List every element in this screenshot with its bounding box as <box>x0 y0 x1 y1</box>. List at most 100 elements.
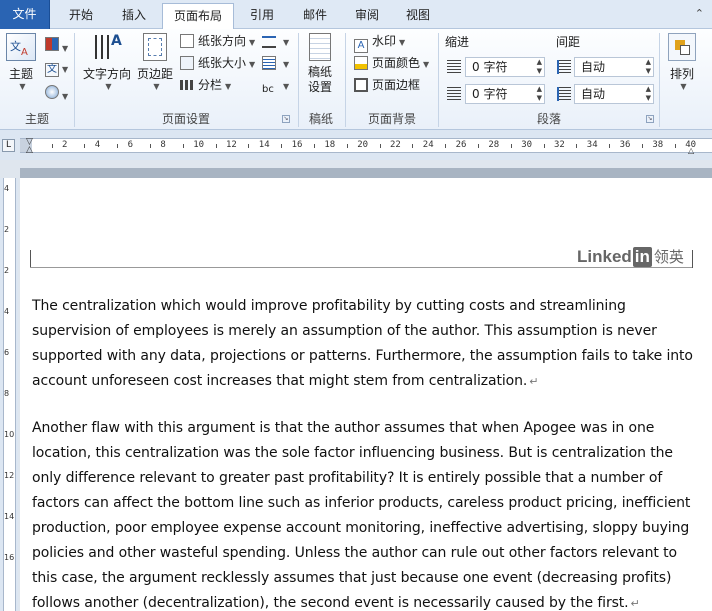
hyphenation-icon: bc <box>262 84 274 95</box>
indent-label: 缩进 <box>445 35 470 49</box>
paint-bucket-icon <box>354 56 368 70</box>
margins-icon <box>143 33 167 61</box>
ruler-tick <box>674 144 676 148</box>
ruler-number: 38 <box>652 140 664 150</box>
ruler-tick <box>576 144 578 148</box>
breaks-icon <box>262 36 276 48</box>
page-top-shadow <box>20 168 712 178</box>
spinner-arrows-icon[interactable]: ▲ ▼ <box>537 58 542 76</box>
header-boundary-line <box>30 267 692 268</box>
arrange-button[interactable]: 排列 ▼ <box>664 33 700 91</box>
right-indent-marker-icon[interactable]: △ <box>688 146 694 155</box>
tab-file[interactable]: 文件 <box>0 0 50 29</box>
tab-stop-selector-icon[interactable]: L <box>2 139 15 152</box>
page-color-label: 页面颜色 <box>372 56 421 70</box>
theme-fonts-button[interactable]: 文 ▼ <box>45 61 68 77</box>
tab-page-layout[interactable]: 页面布局 <box>162 3 234 30</box>
tab-insert[interactable]: 插入 <box>108 3 160 29</box>
ruler-tick <box>543 144 545 148</box>
line-numbers-icon <box>262 56 276 70</box>
arrange-icon <box>668 33 696 61</box>
themes-icon: 文 A <box>6 33 36 61</box>
ruler-number: 16 <box>291 140 303 150</box>
text-direction-button[interactable]: A 文字方向 ▼ <box>80 33 134 91</box>
vertical-ruler-number: 14 <box>4 512 15 521</box>
themes-button-label: 主题 <box>8 67 33 81</box>
vertical-ruler[interactable]: 4 2 2 4 6 8 10 12 14 16 <box>0 178 18 611</box>
hyphenation-button[interactable]: bc ▼ <box>262 75 289 95</box>
tab-home[interactable]: 开始 <box>55 3 107 29</box>
paragraph-1-text: The centralization which would improve p… <box>32 298 693 389</box>
paragraph-1[interactable]: The centralization which would improve p… <box>32 294 702 394</box>
indent-right-input[interactable]: 0 字符 ▲ ▼ <box>465 84 545 104</box>
ruler-number: 20 <box>357 140 369 150</box>
horizontal-ruler[interactable]: L 2 4 6 8 10 12 14 16 18 20 22 24 26 28 30 32 34 36 38 40 ▽… <box>0 130 712 160</box>
spacing-before-input[interactable]: 自动 ▲ ▼ <box>574 57 654 77</box>
vertical-ruler-number: 6 <box>4 348 10 357</box>
paragraph-mark-icon: ↵ <box>630 597 640 610</box>
vertical-ruler-number: 4 <box>4 307 10 316</box>
indent-marker-icon[interactable]: ▽ △ <box>26 138 33 155</box>
page-setup-group-label: 页面设置 <box>161 112 210 126</box>
indent-left-input[interactable]: 0 字符 ▲ ▼ <box>465 57 545 77</box>
draft-settings-button[interactable]: 稿纸 设置 <box>302 33 338 95</box>
theme-effects-button[interactable]: ▼ <box>45 85 68 102</box>
ruler-number: 36 <box>619 140 631 150</box>
size-button[interactable]: 纸张大小 ▼ <box>180 53 255 73</box>
indent-left-icon <box>447 60 461 74</box>
vertical-ruler-number: 10 <box>4 430 15 439</box>
theme-colors-button[interactable]: ▼ <box>45 37 68 54</box>
page-background-group-label: 页面背景 <box>367 112 416 126</box>
paragraph-2-text: Another flaw with this argument is that … <box>32 420 691 611</box>
text-direction-icon: A <box>92 33 122 61</box>
ruler-tick <box>51 144 53 148</box>
columns-icon <box>180 80 194 90</box>
tab-review[interactable]: 审阅 <box>341 3 393 29</box>
text-direction-label: 文字方向 <box>82 67 131 81</box>
orientation-button[interactable]: 纸张方向 ▼ <box>180 31 255 51</box>
line-numbers-button[interactable]: ▼ <box>262 53 289 73</box>
paragraph-group-label: 段落 <box>536 112 561 126</box>
crop-mark <box>30 250 31 268</box>
tab-mailings[interactable]: 邮件 <box>289 3 341 29</box>
ruler-number: 24 <box>422 140 434 150</box>
ruler-number: 6 <box>127 140 134 150</box>
watermark-button[interactable]: A 水印 ▼ <box>354 31 405 53</box>
page-color-button[interactable]: 页面颜色 ▼ <box>354 53 429 73</box>
tab-references[interactable]: 引用 <box>236 3 288 29</box>
paragraph-dialog-launcher-icon[interactable]: ↘ <box>646 115 654 123</box>
orientation-label: 纸张方向 <box>198 34 247 48</box>
ruler-tick <box>215 144 217 148</box>
themes-button[interactable]: 文 A 主题 ▼ <box>4 33 38 91</box>
document-page[interactable]: Linked in 领英 The centralization which woul… <box>20 178 712 611</box>
spinner-arrows-icon[interactable]: ▲ ▼ <box>646 85 651 103</box>
document-workspace: 4 2 2 4 6 8 10 12 14 16 Linked in 领英 The centraliza… <box>0 160 712 611</box>
spacing-after-input[interactable]: 自动 ▲ ▼ <box>574 84 654 104</box>
ruler-tick <box>445 144 447 148</box>
group-divider <box>659 33 660 127</box>
ruler-tick <box>642 144 643 148</box>
spacing-after-value: 自动 <box>581 87 606 101</box>
ribbon: 文 A 主题 ▼ ▼ 文 ▼ ▼ 主题 A 文字方向 ▼ 页边距 ▼ 纸张方向 ▼ <box>0 29 712 130</box>
ruler-number: 2 <box>62 140 68 150</box>
spinner-arrows-icon[interactable]: ▲ ▼ <box>537 85 542 103</box>
columns-button[interactable]: 分栏 ▼ <box>180 75 231 95</box>
indent-right-icon <box>447 87 461 101</box>
spinner-arrows-icon[interactable]: ▲ ▼ <box>646 58 651 76</box>
ruler-number: 10 <box>193 140 205 150</box>
margins-button[interactable]: 页边距 ▼ <box>134 33 176 91</box>
page-setup-dialog-launcher-icon[interactable]: ↘ <box>282 115 290 123</box>
ruler-number: 26 <box>455 140 467 150</box>
draft-group-label: 稿纸 <box>308 112 333 126</box>
spacing-before-value: 自动 <box>581 60 606 74</box>
breaks-button[interactable]: ▼ <box>262 31 289 51</box>
watermark-label: 水印 <box>372 34 397 48</box>
spacing-after-icon <box>557 87 571 101</box>
paragraph-2[interactable]: Another flaw with this argument is that … <box>32 416 702 611</box>
minimize-ribbon-icon[interactable]: ⌃ <box>695 7 704 20</box>
chevron-down-icon: ▼ <box>19 82 26 91</box>
spacing-label: 间距 <box>556 35 581 49</box>
vertical-ruler-number: 2 <box>4 225 10 234</box>
page-borders-button[interactable]: 页面边框 <box>354 75 420 95</box>
tab-view[interactable]: 视图 <box>392 3 444 29</box>
